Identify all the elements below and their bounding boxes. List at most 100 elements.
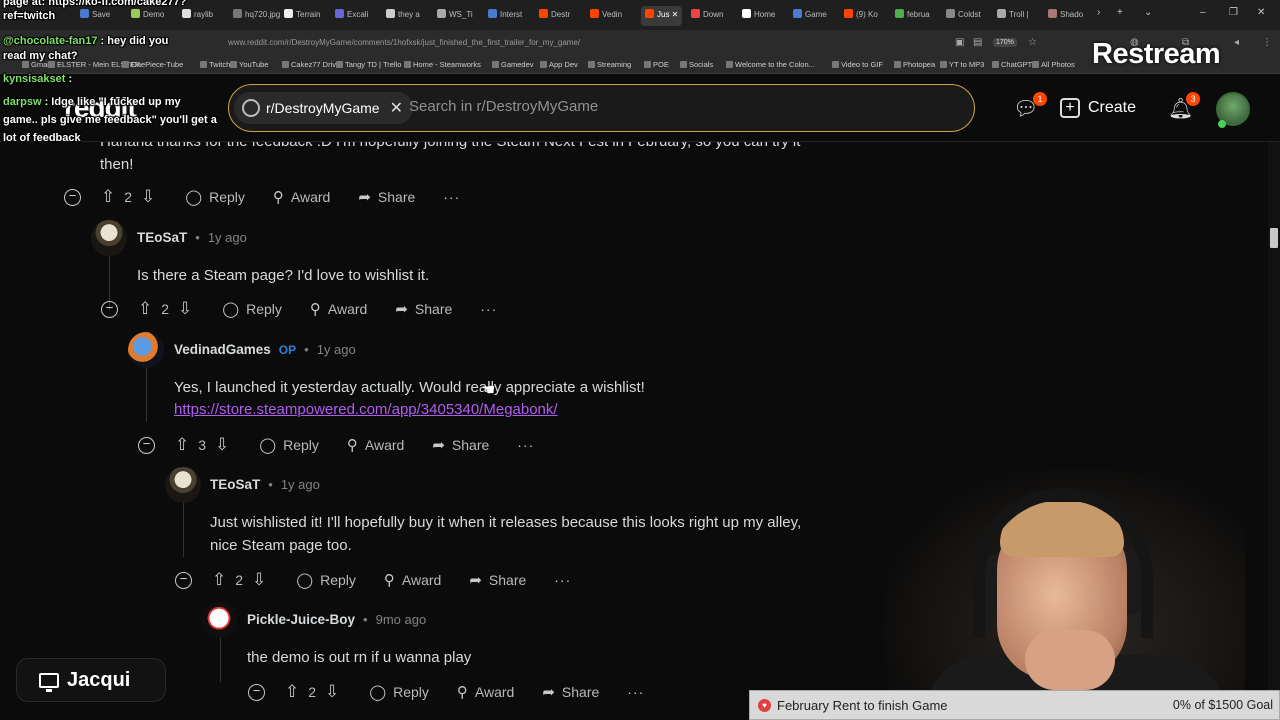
- downvote-icon[interactable]: ⇩: [178, 299, 192, 319]
- comment-timestamp[interactable]: 1y ago: [317, 342, 356, 357]
- browser-tab[interactable]: Home: [742, 6, 775, 26]
- browser-tab[interactable]: Save: [80, 6, 110, 26]
- reader-icon[interactable]: ▤: [973, 37, 982, 48]
- browser-tab[interactable]: Terrain: [284, 6, 320, 26]
- browser-tab[interactable]: they a: [386, 6, 420, 26]
- browser-tab[interactable]: Jus ✕: [641, 6, 683, 26]
- more-options-icon[interactable]: ···: [627, 684, 644, 700]
- award-button[interactable]: ⚲ Award: [310, 300, 367, 318]
- volume-icon[interactable]: ◂: [1234, 37, 1239, 48]
- upvote-icon[interactable]: ⇧: [138, 299, 152, 319]
- reply-button[interactable]: ◯ Reply: [222, 300, 282, 318]
- steam-store-link[interactable]: https://store.steampowered.com/app/34053…: [174, 401, 558, 418]
- bookmark-item[interactable]: YouTube: [230, 60, 268, 69]
- comment-username[interactable]: Pickle-Juice-Boy: [247, 612, 355, 627]
- menu-icon[interactable]: ⋮: [1262, 37, 1272, 48]
- award-button[interactable]: ⚲ Award: [273, 188, 330, 206]
- share-button[interactable]: ➦ Share: [542, 683, 599, 701]
- upvote-icon[interactable]: ⇧: [101, 187, 115, 207]
- downvote-icon[interactable]: ⇩: [141, 187, 155, 207]
- close-window-icon[interactable]: ✕: [1257, 7, 1265, 18]
- upvote-icon[interactable]: ⇧: [285, 682, 299, 702]
- share-button[interactable]: ➦ Share: [395, 300, 452, 318]
- browser-tab[interactable]: Shado: [1048, 6, 1083, 26]
- browser-tab[interactable]: Vedin: [590, 6, 622, 26]
- browser-tab[interactable]: Interst: [488, 6, 522, 26]
- bookmark-item[interactable]: Gamedev: [492, 60, 534, 69]
- minimize-icon[interactable]: –: [1200, 7, 1206, 18]
- tab-list-icon[interactable]: ⌄: [1144, 7, 1152, 18]
- tab-scroll-right-icon[interactable]: ›: [1097, 7, 1100, 18]
- comment-username[interactable]: TEoSaT: [210, 477, 260, 492]
- zoom-level[interactable]: 170%: [993, 38, 1017, 47]
- avatar[interactable]: [91, 220, 127, 256]
- bookmark-item[interactable]: Tangy TD | Trello: [336, 60, 401, 69]
- more-options-icon[interactable]: ···: [554, 572, 571, 588]
- bookmark-item[interactable]: YT to MP3: [940, 60, 984, 69]
- search-input[interactable]: [409, 98, 949, 115]
- comment-timestamp[interactable]: 9mo ago: [376, 612, 427, 627]
- collapse-icon[interactable]: −: [64, 188, 81, 206]
- bookmark-item[interactable]: Home - Steamworks: [404, 60, 481, 69]
- url-field[interactable]: www.reddit.com/r/DestroyMyGame/comments/…: [228, 38, 580, 47]
- upvote-icon[interactable]: ⇧: [212, 570, 226, 590]
- more-options-icon[interactable]: ···: [443, 189, 460, 205]
- share-button[interactable]: ➦ Share: [358, 188, 415, 206]
- comment-username[interactable]: TEoSaT: [137, 230, 187, 245]
- new-tab-icon[interactable]: +: [1117, 7, 1123, 18]
- browser-tab[interactable]: Down: [691, 6, 723, 26]
- more-options-icon[interactable]: ···: [480, 301, 497, 317]
- collapse-icon[interactable]: −: [101, 300, 118, 318]
- reply-button[interactable]: ◯ Reply: [185, 188, 245, 206]
- bookmark-item[interactable]: ChatGPT: [992, 60, 1032, 69]
- more-options-icon[interactable]: ···: [517, 437, 534, 453]
- share-button[interactable]: ➦ Share: [432, 436, 489, 454]
- award-button[interactable]: ⚲ Award: [384, 571, 441, 589]
- bookmark-item[interactable]: Gmail: [22, 60, 51, 69]
- bookmark-item[interactable]: OnePiece-Tube: [122, 60, 183, 69]
- reddit-logo[interactable]: reddit: [64, 92, 137, 124]
- remove-subreddit-filter-icon[interactable]: ✕: [390, 98, 403, 118]
- avatar[interactable]: [201, 602, 237, 638]
- browser-tab[interactable]: Troll |: [997, 6, 1029, 26]
- bookmark-item[interactable]: POE: [644, 60, 669, 69]
- collapse-icon[interactable]: −: [175, 571, 192, 589]
- browser-tab[interactable]: raylib: [182, 6, 213, 26]
- browser-tab[interactable]: februa: [895, 6, 930, 26]
- page-scrollbar[interactable]: [1268, 142, 1280, 720]
- browser-tab[interactable]: Game: [793, 6, 827, 26]
- bookmark-item[interactable]: Streaming: [588, 60, 631, 69]
- close-tab-icon[interactable]: ✕: [669, 10, 679, 19]
- create-button[interactable]: + Create: [1060, 92, 1136, 124]
- downvote-icon[interactable]: ⇩: [325, 682, 339, 702]
- collapse-icon[interactable]: −: [138, 436, 155, 454]
- maximize-icon[interactable]: ❐: [1229, 7, 1238, 18]
- bookmark-item[interactable]: Welcome to the Colon...: [726, 60, 815, 69]
- browser-tab[interactable]: WS_Ti: [437, 6, 473, 26]
- browser-tab[interactable]: hq720.jpg: [233, 6, 280, 26]
- screenshot-icon[interactable]: ▣: [955, 37, 964, 48]
- downvote-icon[interactable]: ⇩: [252, 570, 266, 590]
- award-button[interactable]: ⚲ Award: [347, 436, 404, 454]
- browser-tab[interactable]: Destr: [539, 6, 570, 26]
- browser-tab[interactable]: (9) Ko: [844, 6, 878, 26]
- search-box[interactable]: r/DestroyMyGame ✕: [228, 84, 975, 132]
- bookmark-item[interactable]: Cakez77 Drive: [282, 60, 340, 69]
- reply-button[interactable]: ◯ Reply: [296, 571, 356, 589]
- comment-username[interactable]: VedinadGames: [174, 342, 271, 357]
- bookmark-item[interactable]: Photopea: [894, 60, 935, 69]
- downvote-icon[interactable]: ⇩: [215, 435, 229, 455]
- reply-button[interactable]: ◯ Reply: [259, 436, 319, 454]
- bookmark-item[interactable]: Video to GIF: [832, 60, 883, 69]
- browser-tab[interactable]: Demo: [131, 6, 164, 26]
- bookmark-item[interactable]: All Photos: [1032, 60, 1075, 69]
- avatar[interactable]: [165, 467, 201, 503]
- collapse-icon[interactable]: −: [248, 683, 265, 701]
- award-button[interactable]: ⚲ Award: [457, 683, 514, 701]
- avatar[interactable]: [128, 332, 164, 368]
- upvote-icon[interactable]: ⇧: [175, 435, 189, 455]
- bookmark-item[interactable]: App Dev: [540, 60, 578, 69]
- bookmark-item[interactable]: Socials: [680, 60, 713, 69]
- bookmark-star-icon[interactable]: ☆: [1028, 37, 1037, 48]
- browser-tab[interactable]: Excali: [335, 6, 368, 26]
